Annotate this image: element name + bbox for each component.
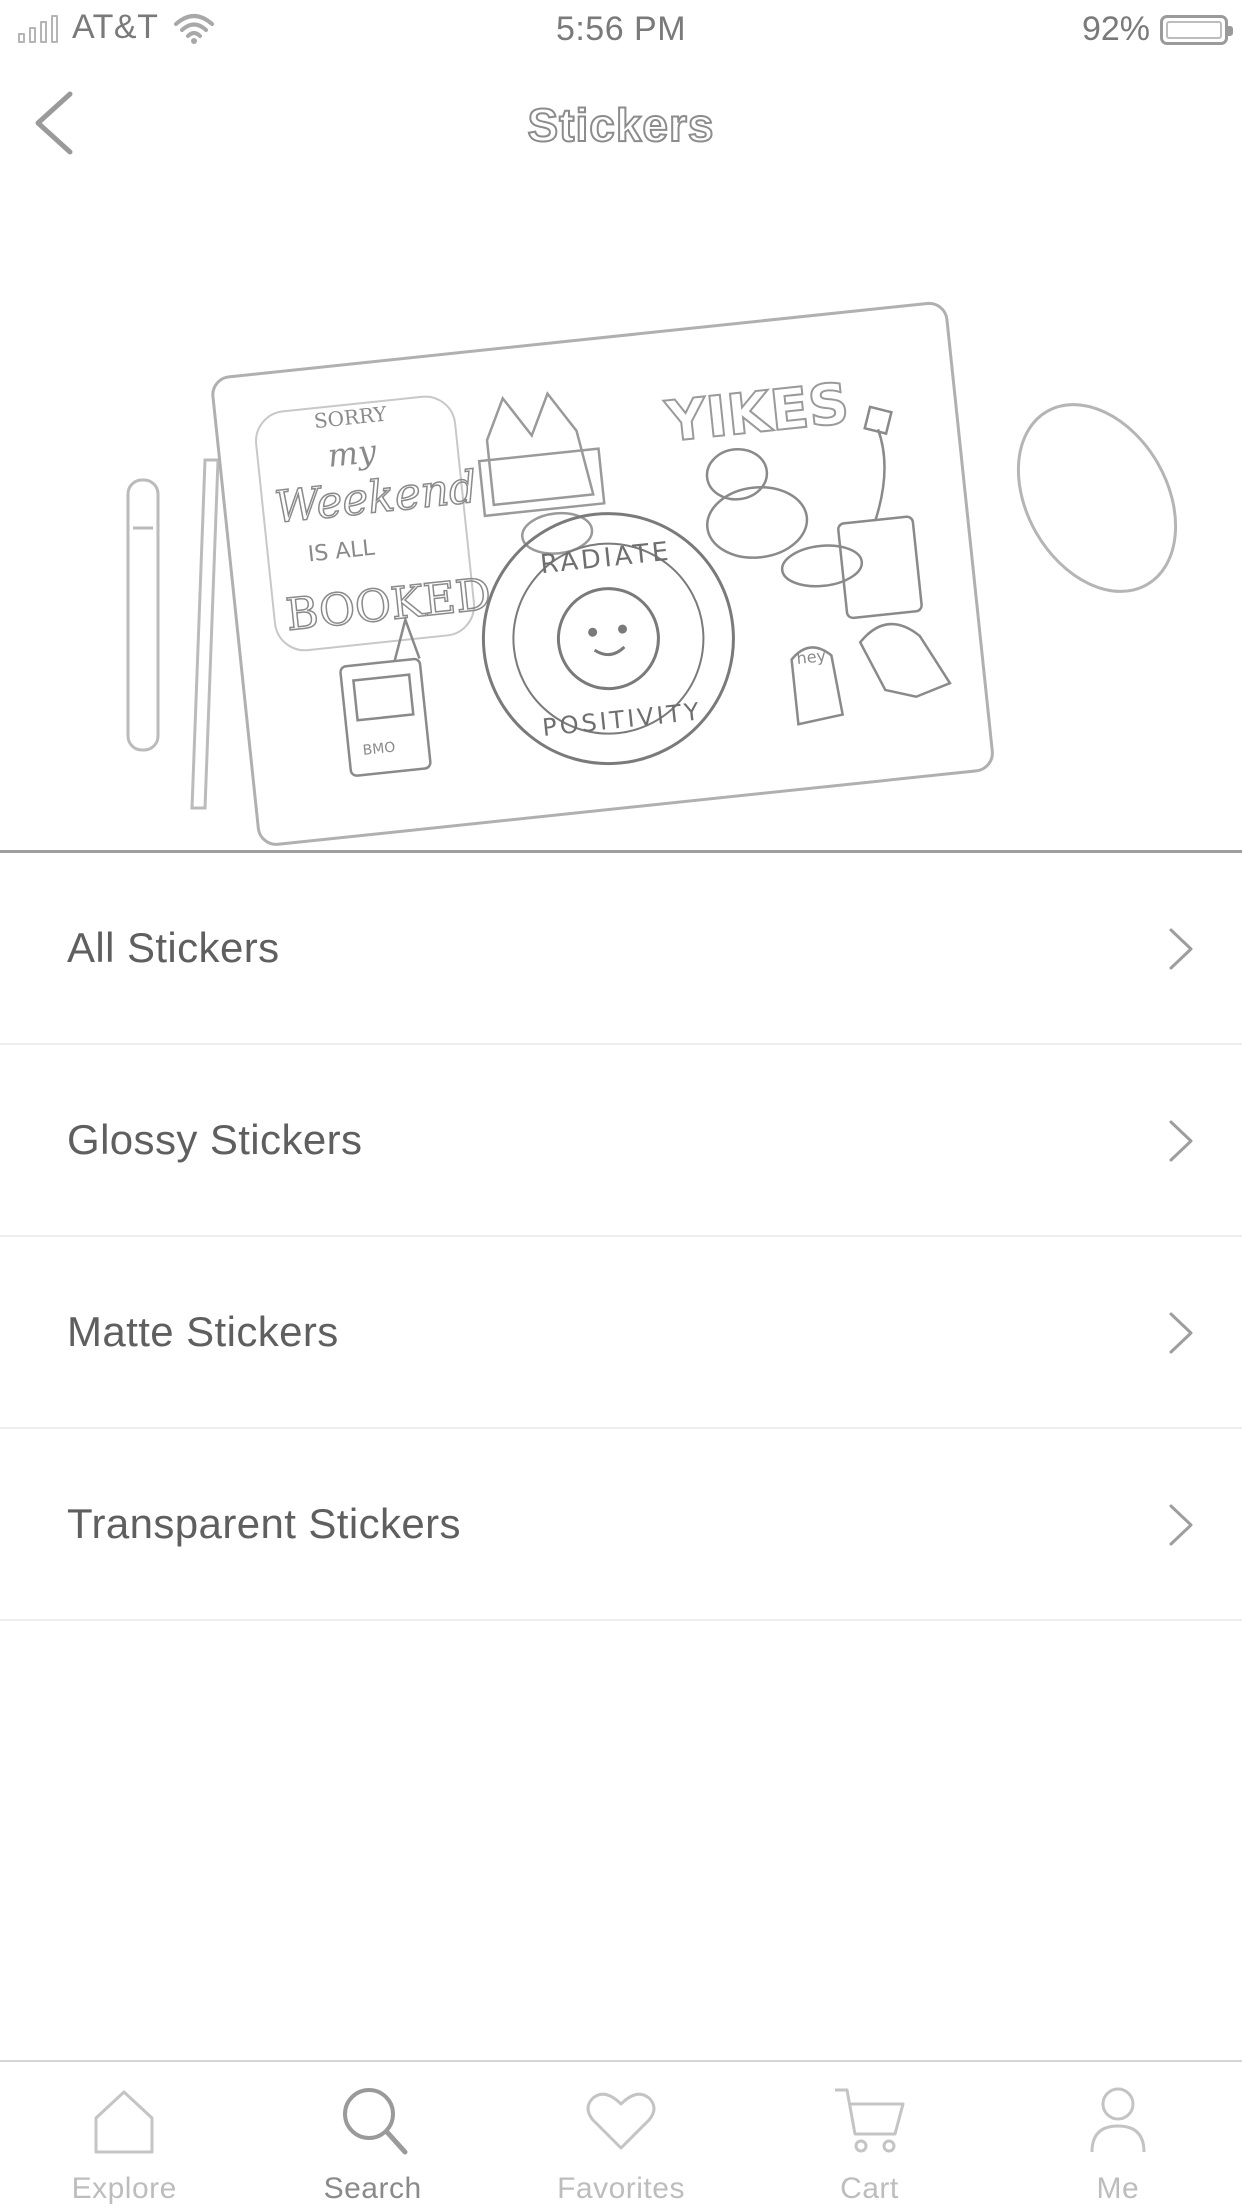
list-item-matte-stickers[interactable]: Matte Stickers xyxy=(0,1237,1242,1429)
list-item-label: All Stickers xyxy=(67,924,280,971)
list-item-label: Transparent Stickers xyxy=(67,1500,461,1547)
status-bar: AT&T 5:56 PM 92% xyxy=(0,0,1242,58)
list-item-all-stickers[interactable]: All Stickers xyxy=(0,853,1242,1045)
tab-search[interactable]: Search xyxy=(248,2062,496,2208)
status-time: 5:56 PM xyxy=(555,10,687,48)
home-icon xyxy=(94,2090,154,2154)
sticker-sheet-illustration: SORRY my Weekend IS ALL BOOKED YIKES RAD… xyxy=(126,301,1178,846)
tab-bar: Explore Search Favorites Cart Me xyxy=(0,2060,1242,2208)
chevron-right-icon xyxy=(1169,1312,1193,1354)
page-title: Stickers xyxy=(526,98,715,152)
sticker-sheet: SORRY my Weekend IS ALL BOOKED YIKES RAD… xyxy=(211,301,994,846)
tab-cart[interactable]: Cart xyxy=(745,2062,993,2208)
cart-icon xyxy=(835,2088,905,2153)
hero-image: SORRY my Weekend IS ALL BOOKED YIKES RAD… xyxy=(0,198,1242,850)
tab-explore[interactable]: Explore xyxy=(0,2062,248,2208)
person-icon xyxy=(1090,2087,1146,2153)
list-item-glossy-stickers[interactable]: Glossy Stickers xyxy=(0,1045,1242,1237)
tab-label: Explore xyxy=(71,2172,177,2205)
list-item-transparent-stickers[interactable]: Transparent Stickers xyxy=(0,1429,1242,1621)
sticker-text-my: my xyxy=(326,432,379,475)
sticker-text-hey: hey xyxy=(796,646,827,668)
pen-illustration xyxy=(126,458,220,810)
list-item-label: Matte Stickers xyxy=(67,1308,339,1355)
battery-icon xyxy=(1160,14,1233,45)
tab-label: Favorites xyxy=(557,2172,685,2205)
navigation-bar: Stickers xyxy=(0,58,1242,198)
chevron-right-icon xyxy=(1169,1120,1193,1162)
category-list: All Stickers Glossy Stickers Matte Stick… xyxy=(0,853,1242,1621)
heart-icon xyxy=(586,2092,656,2150)
mouse-illustration xyxy=(1016,403,1178,593)
tab-label: Me xyxy=(1096,2172,1140,2205)
tab-favorites[interactable]: Favorites xyxy=(497,2062,745,2208)
search-icon xyxy=(342,2088,408,2155)
battery-percent: 92% xyxy=(1081,10,1150,48)
tab-me[interactable]: Me xyxy=(994,2062,1242,2208)
list-item-label: Glossy Stickers xyxy=(67,1116,363,1163)
tab-label: Search xyxy=(323,2172,422,2205)
chevron-right-icon xyxy=(1169,1504,1193,1546)
tab-label: Cart xyxy=(840,2172,899,2205)
status-right: 92% xyxy=(1081,10,1233,49)
chevron-right-icon xyxy=(1169,928,1193,970)
sticker-text-bmo: BMO xyxy=(362,740,396,759)
